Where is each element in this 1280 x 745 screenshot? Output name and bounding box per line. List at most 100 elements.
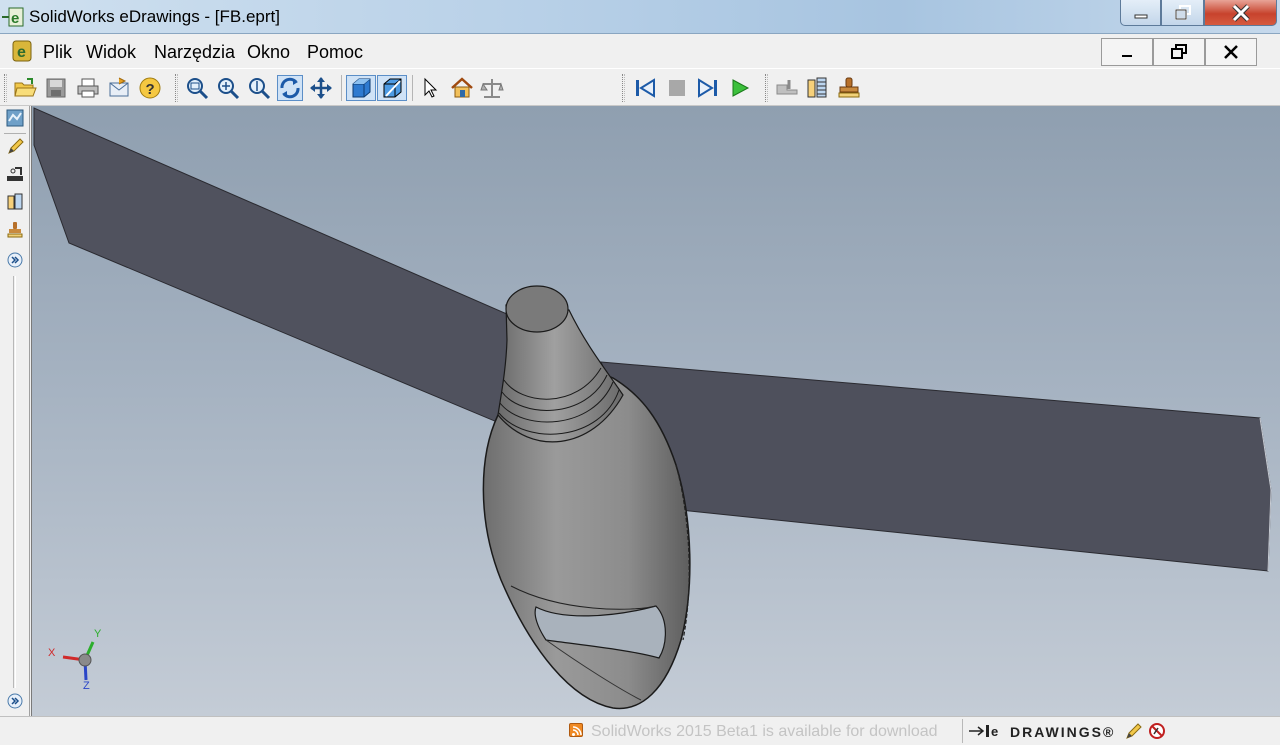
- expand-panel-bottom-button[interactable]: [4, 690, 26, 712]
- document-icon[interactable]: e: [9, 39, 35, 63]
- close-icon: [1224, 45, 1238, 59]
- stop-button[interactable]: [664, 75, 690, 101]
- left-blade: [33, 107, 522, 433]
- play-icon: [732, 79, 750, 97]
- triad-z-label: Z: [83, 680, 90, 692]
- open-icon: [14, 78, 37, 97]
- panel-splitter[interactable]: [13, 276, 16, 688]
- section-icon: [7, 193, 23, 210]
- doc-restore-button[interactable]: [1153, 38, 1205, 66]
- pan-button[interactable]: [308, 75, 334, 101]
- markup-toolbar: [0, 106, 30, 716]
- zoom-in-out-icon: [249, 78, 271, 100]
- doc-close-button[interactable]: [1205, 38, 1257, 66]
- home-icon: [451, 77, 473, 98]
- no-markup-status-button[interactable]: [1148, 722, 1166, 745]
- expand-panel-button[interactable]: [4, 249, 26, 271]
- markup-pen-icon: [8, 138, 24, 154]
- first-frame-icon: [636, 78, 655, 98]
- model-view[interactable]: Y X Z: [32, 106, 1280, 716]
- stop-icon: [669, 80, 685, 96]
- measure-icon: [7, 167, 23, 181]
- toolbar-grip[interactable]: [175, 74, 178, 102]
- markup-pen-icon: [1126, 723, 1142, 739]
- expand-icon: [7, 693, 23, 709]
- edrawings-app-icon: e: [2, 6, 24, 28]
- stamp-icon: [838, 77, 860, 98]
- rss-icon[interactable]: [569, 723, 583, 737]
- next-frame-button[interactable]: [695, 75, 721, 101]
- section-tool-button[interactable]: [4, 191, 26, 213]
- print-icon: [77, 78, 99, 98]
- menu-file[interactable]: Plik: [43, 42, 72, 63]
- orientation-triad: Y X Z: [48, 628, 102, 692]
- section-button[interactable]: [774, 75, 800, 101]
- edrawings-brand: DRAWINGS®: [1010, 724, 1116, 740]
- toolbar-grip[interactable]: [765, 74, 768, 102]
- restore-icon: [1174, 4, 1191, 20]
- title-bar[interactable]: e SolidWorks eDrawings - [FB.eprt]: [0, 0, 1280, 34]
- toolbar-grip[interactable]: [622, 74, 625, 102]
- 3d-viewport[interactable]: Y X Z: [31, 106, 1280, 716]
- status-bar: SolidWorks 2015 Beta1 is available for d…: [0, 716, 1280, 744]
- next-frame-icon: [698, 78, 717, 98]
- close-icon: [1231, 3, 1250, 22]
- minimize-window-button[interactable]: [1120, 0, 1161, 26]
- zoom-to-fit-button[interactable]: [184, 75, 210, 101]
- triad-x-label: X: [48, 647, 56, 659]
- help-icon: ?: [139, 77, 161, 99]
- menu-help[interactable]: Pomoc: [307, 42, 363, 63]
- svg-text:e: e: [11, 10, 19, 27]
- send-button[interactable]: [106, 75, 132, 101]
- zoom-to-area-icon: [218, 78, 240, 100]
- stamp-tool-button[interactable]: [4, 219, 26, 241]
- sheet-icon: [6, 109, 24, 127]
- menu-tools[interactable]: Narzędzia: [154, 42, 235, 63]
- hub-top-face: [505, 285, 569, 333]
- first-frame-button[interactable]: [632, 75, 658, 101]
- toolbar-grip[interactable]: [4, 74, 7, 102]
- zoom-to-area-button[interactable]: [215, 75, 241, 101]
- explode-button[interactable]: [804, 75, 830, 101]
- expand-icon: [7, 252, 23, 268]
- shaded-edges-button[interactable]: [377, 75, 407, 101]
- zoom-to-fit-icon: [187, 78, 209, 100]
- triad-y-label: Y: [94, 628, 102, 640]
- help-button[interactable]: ?: [137, 75, 163, 101]
- close-window-button[interactable]: [1204, 0, 1277, 26]
- section-icon: [776, 80, 798, 95]
- measure-tool-button[interactable]: [4, 163, 26, 185]
- doc-minimize-button[interactable]: [1101, 38, 1153, 66]
- print-button[interactable]: [75, 75, 101, 101]
- stamp-button[interactable]: [836, 75, 862, 101]
- measure-button[interactable]: [479, 75, 505, 101]
- pan-icon: [310, 77, 332, 99]
- update-notice-link[interactable]: SolidWorks 2015 Beta1 is available for d…: [591, 723, 938, 741]
- menu-view[interactable]: Widok: [86, 42, 136, 63]
- markup-pen-button[interactable]: [4, 135, 26, 157]
- shaded-icon: [352, 78, 371, 98]
- main-toolbar: ?: [0, 68, 1280, 106]
- save-icon: [46, 78, 66, 98]
- menu-bar: e Plik Widok Narzędzia Okno Pomoc: [0, 34, 1280, 68]
- restore-icon: [1171, 44, 1187, 59]
- right-blade: [600, 361, 1272, 572]
- play-button[interactable]: [727, 75, 753, 101]
- svg-text:e: e: [17, 44, 26, 61]
- sheets-button[interactable]: [4, 107, 26, 129]
- zoom-in-out-button[interactable]: [246, 75, 272, 101]
- save-button[interactable]: [43, 75, 69, 101]
- home-button[interactable]: [449, 75, 475, 101]
- menu-window[interactable]: Okno: [247, 42, 290, 63]
- rotate-button[interactable]: [277, 75, 303, 101]
- shaded-edges-icon: [383, 78, 402, 98]
- shaded-button[interactable]: [346, 75, 376, 101]
- measure-icon: [480, 79, 504, 98]
- restore-window-button[interactable]: [1161, 0, 1204, 26]
- minimize-icon: [1122, 55, 1132, 57]
- edrawings-logo-icon: e: [968, 723, 1008, 744]
- open-button[interactable]: [12, 75, 38, 101]
- select-button[interactable]: [417, 75, 443, 101]
- markup-pen-status-button[interactable]: [1124, 722, 1142, 745]
- stamp-icon: [7, 222, 23, 238]
